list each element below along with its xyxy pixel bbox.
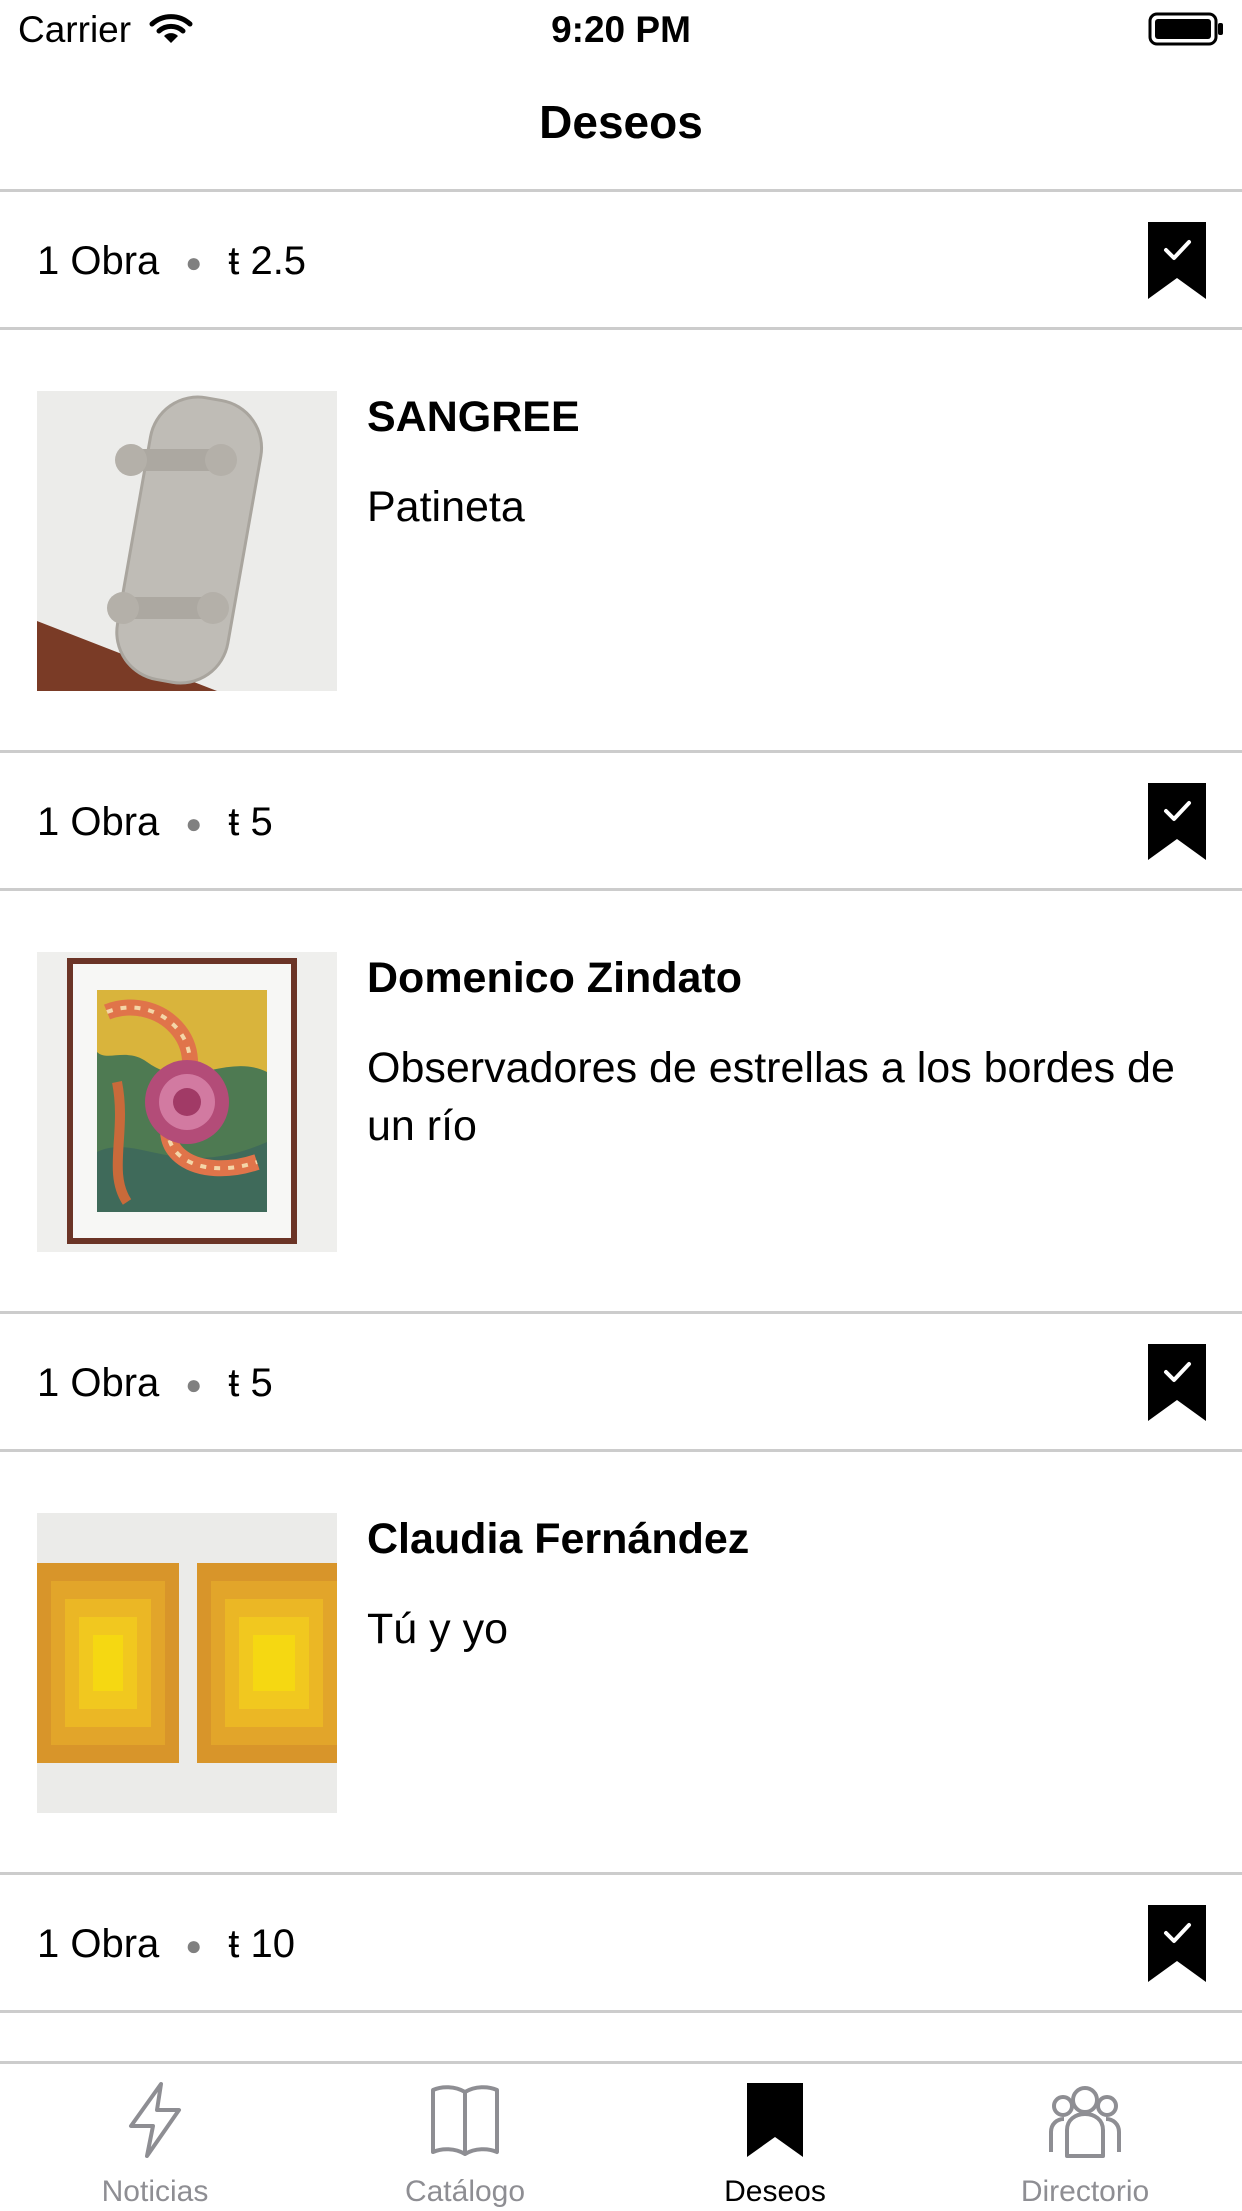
section-header: 1 Obra ● ŧ 5 — [0, 1314, 1242, 1452]
artwork-count: 1 Obra — [37, 239, 160, 283]
tab-label: Deseos — [724, 2175, 826, 2208]
lightning-icon — [129, 2082, 181, 2158]
separator-dot: ● — [185, 247, 203, 279]
tab-catalogo[interactable]: Catálogo — [310, 2064, 620, 2211]
tab-label: Catálogo — [404, 2175, 526, 2208]
bookmark-icon — [747, 2083, 803, 2157]
bookmark-check-icon — [1148, 783, 1206, 860]
artwork-title: Patineta — [367, 483, 525, 531]
page-title: Deseos — [539, 96, 703, 148]
tab-label: Noticias — [101, 2175, 209, 2208]
tab-directorio[interactable]: Directorio — [930, 2064, 1240, 2211]
navigation-bar: Deseos — [0, 60, 1242, 192]
tab-deseos[interactable]: Deseos — [620, 2064, 930, 2211]
artwork-title: Tú y yo — [367, 1605, 508, 1653]
artist-name: SANGREE — [367, 393, 580, 441]
price-label: ŧ 2.5 — [228, 239, 307, 283]
separator-dot: ● — [185, 808, 203, 840]
bookmark-check-button[interactable] — [1148, 783, 1206, 860]
bookmark-check-icon — [1148, 1344, 1206, 1421]
list-item[interactable]: Domenico Zindato Observadores de estrell… — [0, 891, 1242, 1314]
status-time: 9:20 PM — [551, 9, 691, 50]
skateboard-artwork — [37, 391, 337, 691]
price-label: ŧ 5 — [228, 1361, 273, 1405]
section-header: 1 Obra ● ŧ 10 — [0, 1875, 1242, 2013]
artwork-count: 1 Obra — [37, 800, 160, 844]
people-icon — [1049, 2086, 1121, 2158]
price-label: ŧ 5 — [228, 800, 273, 844]
bookmark-check-button[interactable] — [1148, 222, 1206, 299]
list-item[interactable]: SANGREE Patineta — [0, 330, 1242, 753]
framed-painting-artwork — [37, 952, 337, 1252]
price-label: ŧ 10 — [228, 1922, 295, 1966]
section-header: 1 Obra ● ŧ 2.5 — [0, 192, 1242, 330]
artwork-count: 1 Obra — [37, 1922, 160, 1966]
bookmark-check-button[interactable] — [1148, 1905, 1206, 1982]
yellow-panels-artwork — [37, 1513, 337, 1813]
status-bar: Carrier 9:20 PM — [0, 0, 1242, 60]
artist-name: Domenico Zindato — [367, 954, 743, 1002]
tab-label: Directorio — [1020, 2175, 1150, 2208]
artwork-title: Observadores de estrellas a los bordes d… — [367, 1044, 1175, 1150]
artwork-count: 1 Obra — [37, 1361, 160, 1405]
wishlist[interactable]: 1 Obra ● ŧ 2.5 SANGREE Patineta 1 Obra ●… — [0, 192, 1242, 2061]
artwork-thumbnail[interactable] — [37, 952, 337, 1252]
bookmark-check-icon — [1148, 1905, 1206, 1982]
book-icon — [431, 2085, 499, 2156]
list-item[interactable]: Claudia Fernández Tú y yo — [0, 1452, 1242, 1875]
tab-bar: Noticias Catálogo Deseos Directorio — [0, 2061, 1242, 2211]
artwork-thumbnail[interactable] — [37, 1513, 337, 1813]
separator-dot: ● — [185, 1930, 203, 1962]
bookmark-check-button[interactable] — [1148, 1344, 1206, 1421]
bookmark-check-icon — [1148, 222, 1206, 299]
separator-dot: ● — [185, 1369, 203, 1401]
section-header: 1 Obra ● ŧ 5 — [0, 753, 1242, 891]
artwork-thumbnail[interactable] — [37, 391, 337, 691]
battery-icon — [1148, 12, 1226, 51]
artist-name: Claudia Fernández — [367, 1515, 750, 1563]
tab-noticias[interactable]: Noticias — [0, 2064, 310, 2211]
